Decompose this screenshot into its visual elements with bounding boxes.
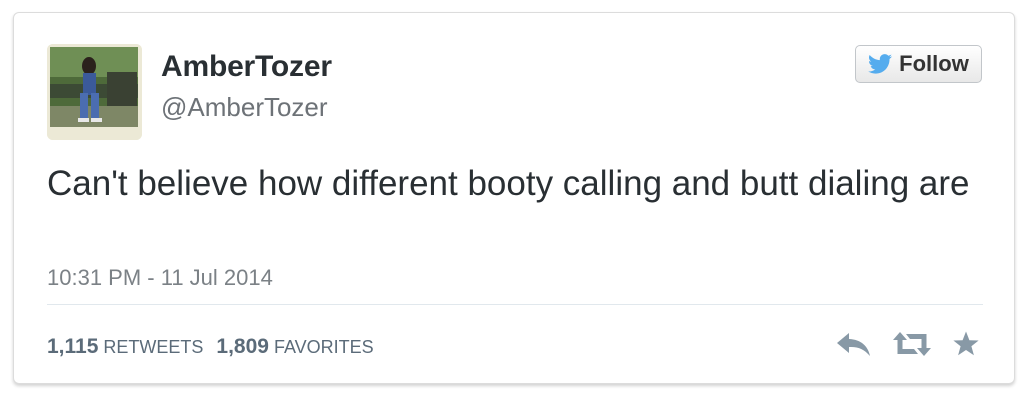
retweets-label: RETWEETS <box>103 337 204 357</box>
twitter-bird-icon <box>868 54 893 74</box>
retweets-count: 1,115 <box>47 335 99 358</box>
follow-button[interactable]: Follow <box>855 45 982 83</box>
retweets-stat[interactable]: 1,115 RETWEETS <box>47 335 203 359</box>
reply-icon[interactable] <box>836 331 872 357</box>
favorites-count: 1,809 <box>216 335 269 358</box>
tweet-stats: 1,115 RETWEETS 1,809 FAVORITES <box>47 335 374 359</box>
avatar-photo <box>47 44 142 140</box>
avatar[interactable] <box>47 44 142 140</box>
favorites-stat[interactable]: 1,809 FAVORITES <box>216 335 373 359</box>
user-handle[interactable]: @AmberTozer <box>161 92 328 123</box>
follow-button-label: Follow <box>899 51 969 76</box>
display-name[interactable]: AmberTozer <box>161 50 332 84</box>
tweet-actions <box>836 331 980 357</box>
retweet-icon[interactable] <box>892 331 932 357</box>
favorite-star-icon[interactable] <box>952 331 980 357</box>
tweet-text: Can't believe how different booty callin… <box>47 164 970 203</box>
favorites-label: FAVORITES <box>273 337 374 357</box>
tweet-timestamp[interactable]: 10:31 PM - 11 Jul 2014 <box>47 265 273 291</box>
divider <box>47 304 983 305</box>
tweet-card: AmberTozer @AmberTozer Follow Can't beli… <box>13 12 1015 384</box>
